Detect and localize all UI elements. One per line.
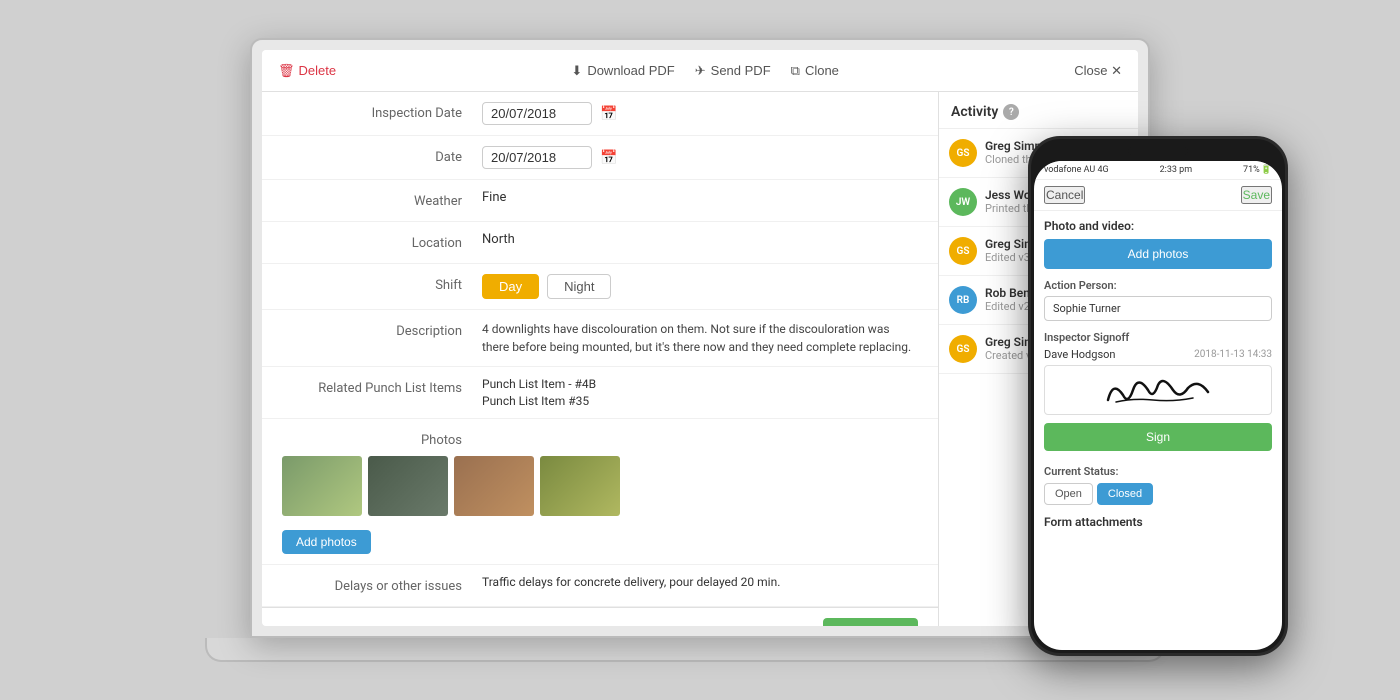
description-value: 4 downlights have discolouration on them… bbox=[482, 320, 918, 356]
shift-label: Shift bbox=[282, 274, 482, 293]
phone-status-bar: vodafone AU 4G 2:33 pm 71% 🔋 bbox=[1034, 161, 1282, 180]
punch-list-value: Punch List Item - #4B Punch List Item #3… bbox=[482, 377, 918, 408]
main-content: Inspection Date 📅 Date 📅 bbox=[262, 92, 1138, 626]
toolbar-center: ⬇ Download PDF ✈ Send PDF ⧉ Clone bbox=[336, 63, 1074, 79]
shift-row: Shift Day Night bbox=[262, 264, 938, 310]
photo-thumb-2[interactable] bbox=[368, 456, 448, 516]
send-icon: ✈ bbox=[695, 63, 706, 79]
avatar-jw-1: JW bbox=[949, 188, 977, 216]
shift-night-button[interactable]: Night bbox=[547, 274, 611, 299]
download-icon: ⬇ bbox=[571, 63, 582, 79]
weather-row: Weather Fine bbox=[262, 180, 938, 222]
phone-toolbar: Cancel Save bbox=[1034, 180, 1282, 211]
avatar-gs-0: GS bbox=[949, 139, 977, 167]
signature-svg bbox=[1098, 370, 1218, 410]
signoff-date: 2018-11-13 14:33 bbox=[1194, 349, 1272, 360]
date-value: 📅 bbox=[482, 146, 918, 169]
action-person-value: Sophie Turner bbox=[1044, 296, 1272, 321]
signature-box bbox=[1044, 365, 1272, 415]
status-closed-button[interactable]: Closed bbox=[1097, 483, 1153, 505]
form-attachments-title: Form attachments bbox=[1044, 515, 1272, 529]
action-person-label: Action Person: bbox=[1044, 279, 1272, 292]
form-area: Inspection Date 📅 Date 📅 bbox=[262, 92, 938, 626]
signoff-row: Dave Hodgson 2018-11-13 14:33 bbox=[1044, 348, 1272, 361]
photo-thumb-3[interactable] bbox=[454, 456, 534, 516]
punch-list-label: Related Punch List Items bbox=[282, 377, 482, 396]
save-form-row: Save form bbox=[262, 607, 938, 626]
date-label: Date bbox=[282, 146, 482, 165]
signoff-name: Dave Hodgson bbox=[1044, 348, 1115, 361]
description-row: Description 4 downlights have discoloura… bbox=[262, 310, 938, 367]
punch-list-row: Related Punch List Items Punch List Item… bbox=[262, 367, 938, 419]
phone-content: Photo and video: Add photos Action Perso… bbox=[1034, 211, 1282, 640]
download-pdf-button[interactable]: ⬇ Download PDF bbox=[571, 63, 674, 79]
weather-value: Fine bbox=[482, 190, 918, 205]
delays-row: Delays or other issues Traffic delays fo… bbox=[262, 565, 938, 607]
photos-container bbox=[282, 456, 620, 516]
photo-section-title: Photo and video: bbox=[1044, 219, 1272, 233]
photos-value: Add photos bbox=[282, 456, 620, 554]
inspector-signoff-section: Inspector Signoff Dave Hodgson 2018-11-1… bbox=[1044, 331, 1272, 461]
status-open-button[interactable]: Open bbox=[1044, 483, 1093, 505]
avatar-rb-3: RB bbox=[949, 286, 977, 314]
add-photos-button[interactable]: Add photos bbox=[282, 530, 371, 554]
delays-value: Traffic delays for concrete delivery, po… bbox=[482, 575, 918, 589]
clone-icon: ⧉ bbox=[791, 63, 800, 79]
photo-thumb-4[interactable] bbox=[540, 456, 620, 516]
trash-icon: 🗑 bbox=[278, 63, 295, 79]
weather-label: Weather bbox=[282, 190, 482, 209]
delete-button[interactable]: 🗑 Delete bbox=[278, 63, 336, 79]
date-input[interactable] bbox=[482, 146, 592, 169]
calendar-icon-inspection[interactable]: 📅 bbox=[600, 106, 617, 122]
photos-row: Photos bbox=[262, 419, 938, 565]
current-status-section: Current Status: Open Closed bbox=[1044, 465, 1272, 505]
location-label: Location bbox=[282, 232, 482, 251]
toolbar: 🗑 Delete ⬇ Download PDF ✈ Send PDF ⧉ bbox=[262, 50, 1138, 92]
avatar-gs-4: GS bbox=[949, 335, 977, 363]
description-label: Description bbox=[282, 320, 482, 339]
phone-save-button[interactable]: Save bbox=[1241, 186, 1272, 204]
phone-notch bbox=[1128, 147, 1188, 155]
location-row: Location North bbox=[262, 222, 938, 264]
photos-label: Photos bbox=[282, 429, 482, 448]
delays-label: Delays or other issues bbox=[282, 575, 482, 594]
clone-button[interactable]: ⧉ Clone bbox=[791, 63, 839, 79]
toolbar-left: 🗑 Delete bbox=[278, 63, 336, 79]
inspection-date-value: 📅 bbox=[482, 102, 918, 125]
shift-day-button[interactable]: Day bbox=[482, 274, 539, 299]
phone-overlay: vodafone AU 4G 2:33 pm 71% 🔋 Cancel Save… bbox=[1028, 136, 1288, 656]
close-x-icon: ✕ bbox=[1111, 63, 1122, 78]
shift-value: Day Night bbox=[482, 274, 918, 299]
inspection-date-label: Inspection Date bbox=[282, 102, 482, 121]
phone-add-photos-button[interactable]: Add photos bbox=[1044, 239, 1272, 269]
phone-cancel-button[interactable]: Cancel bbox=[1044, 186, 1085, 204]
inspection-date-input[interactable] bbox=[482, 102, 592, 125]
save-form-button[interactable]: Save form bbox=[823, 618, 918, 626]
close-button[interactable]: Close ✕ bbox=[1074, 63, 1122, 79]
phone-time: 2:33 pm bbox=[1160, 165, 1193, 175]
inspection-date-row: Inspection Date 📅 bbox=[262, 92, 938, 136]
inspector-signoff-label: Inspector Signoff bbox=[1044, 331, 1272, 344]
calendar-icon-date[interactable]: 📅 bbox=[600, 150, 617, 166]
avatar-gs-2: GS bbox=[949, 237, 977, 265]
activity-header: Activity ? bbox=[939, 92, 1138, 129]
activity-help-icon[interactable]: ? bbox=[1003, 104, 1019, 120]
toolbar-right: Close ✕ bbox=[1074, 63, 1122, 79]
send-pdf-button[interactable]: ✈ Send PDF bbox=[695, 63, 771, 79]
phone-battery: 71% 🔋 bbox=[1243, 165, 1272, 175]
location-value: North bbox=[482, 232, 918, 247]
photo-thumb-1[interactable] bbox=[282, 456, 362, 516]
phone-sign-button[interactable]: Sign bbox=[1044, 423, 1272, 451]
date-row: Date 📅 bbox=[262, 136, 938, 180]
phone-screen: vodafone AU 4G 2:33 pm 71% 🔋 Cancel Save… bbox=[1034, 161, 1282, 650]
phone-carrier: vodafone AU 4G bbox=[1044, 165, 1109, 175]
laptop-base bbox=[205, 638, 1165, 662]
current-status-label: Current Status: bbox=[1044, 465, 1272, 478]
status-buttons: Open Closed bbox=[1044, 483, 1272, 505]
